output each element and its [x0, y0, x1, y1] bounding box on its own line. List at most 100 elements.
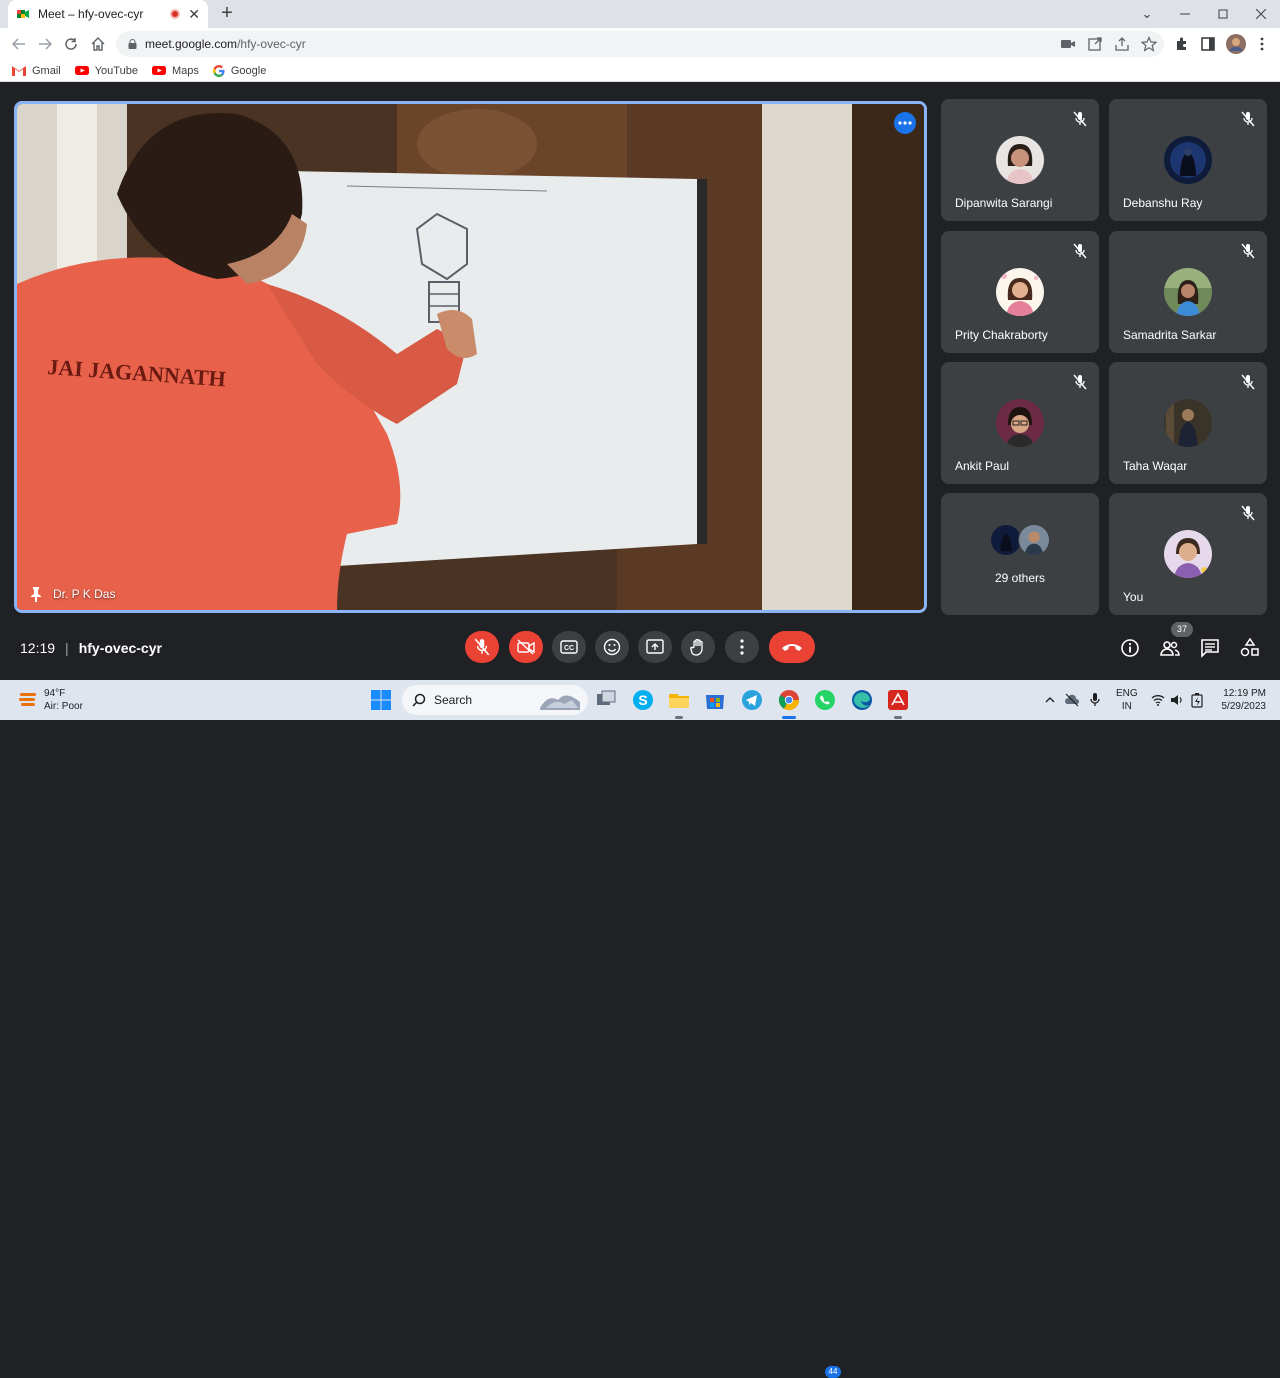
mic-toggle-button[interactable]	[465, 631, 499, 663]
microphone-tray-icon[interactable]	[1088, 692, 1102, 708]
bookmark-label: YouTube	[94, 64, 138, 77]
participant-name: Ankit Paul	[955, 459, 1010, 473]
input-language[interactable]: ENG IN	[1116, 687, 1138, 713]
onedrive-icon[interactable]	[1064, 692, 1080, 708]
whatsapp-icon[interactable]	[813, 688, 837, 712]
gmail-icon	[12, 65, 26, 76]
participant-name: Samadrita Sarkar	[1123, 328, 1217, 342]
bookmark-label: Gmail	[32, 64, 61, 77]
chrome-icon[interactable]	[777, 688, 801, 712]
raise-hand-button[interactable]	[681, 631, 715, 663]
edge-icon[interactable]	[850, 688, 874, 712]
meeting-controls-bar: 12:19 | hfy-ovec-cyr CC	[0, 617, 1280, 680]
bookmark-maps[interactable]: Maps	[151, 65, 199, 77]
camera-toggle-button[interactable]	[509, 631, 543, 663]
meeting-details-info-icon[interactable]	[1120, 638, 1140, 658]
minimize-button[interactable]	[1166, 0, 1204, 28]
address-bar[interactable]: meet.google.com/hfy-ovec-cyr	[116, 31, 1164, 57]
captions-button[interactable]: CC	[552, 631, 586, 663]
mic-off-icon	[1241, 505, 1255, 521]
chrome-menu-icon[interactable]	[1254, 36, 1270, 52]
browser-toolbar: meet.google.com/hfy-ovec-cyr	[0, 28, 1280, 60]
end-call-icon	[782, 644, 802, 651]
bookmark-youtube[interactable]: YouTube	[74, 64, 138, 77]
participant-name: Dipanwita Sarangi	[955, 196, 1053, 210]
svg-text:S: S	[638, 692, 647, 708]
others-count: 29 others	[994, 571, 1046, 585]
participant-tile[interactable]: Prity Chakraborty	[941, 231, 1099, 353]
open-in-app-icon[interactable]	[1087, 36, 1103, 52]
reload-button[interactable]	[60, 33, 82, 55]
home-button[interactable]	[87, 33, 109, 55]
microsoft-store-icon[interactable]	[703, 688, 727, 712]
back-button[interactable]	[8, 33, 30, 55]
skype-icon[interactable]: S	[631, 688, 655, 712]
emoji-icon	[603, 638, 621, 656]
leave-call-button[interactable]	[769, 631, 815, 663]
others-tile[interactable]: 29 others	[941, 493, 1099, 615]
close-window-button[interactable]	[1242, 0, 1280, 28]
profile-avatar[interactable]	[1226, 34, 1246, 54]
new-tab-button[interactable]: +	[216, 3, 238, 25]
windows-taskbar: 94°F Air: Poor Search S 44 ENG IN 12:19 …	[0, 680, 1280, 1378]
participant-tile[interactable]: Samadrita Sarkar	[1109, 231, 1267, 353]
raise-hand-icon	[690, 638, 703, 656]
file-explorer-icon[interactable]	[667, 688, 691, 712]
tab-close-icon[interactable]: ✕	[188, 6, 200, 23]
browser-tab[interactable]: Meet – hfy-ovec-cyr ✕	[8, 0, 208, 28]
forward-button[interactable]	[34, 33, 56, 55]
camera-in-use-icon[interactable]	[1060, 36, 1076, 52]
url-path: /hfy-ovec-cyr	[237, 37, 306, 51]
camera-off-icon	[517, 639, 535, 655]
participant-name: You	[1123, 590, 1144, 604]
participant-name: Prity Chakraborty	[955, 328, 1048, 342]
more-options-button[interactable]	[725, 631, 759, 663]
mic-off-icon	[1073, 243, 1087, 259]
participant-tile[interactable]: Debanshu Ray	[1109, 99, 1267, 221]
acrobat-icon[interactable]	[886, 688, 910, 712]
restore-button[interactable]	[1204, 0, 1242, 28]
battery-charging-icon[interactable]	[1190, 692, 1204, 708]
avatar	[996, 268, 1044, 316]
weather-temperature: 94°F	[44, 688, 66, 699]
search-label: Search	[434, 693, 473, 707]
side-panel-icon[interactable]	[1200, 36, 1216, 52]
chat-icon[interactable]	[1200, 638, 1220, 658]
activities-icon[interactable]	[1240, 638, 1260, 658]
participant-tile[interactable]: Taha Waqar	[1109, 362, 1267, 484]
present-screen-button[interactable]	[638, 631, 672, 663]
meeting-time: 12:19	[20, 640, 56, 656]
participant-tile[interactable]: Dipanwita Sarangi	[941, 99, 1099, 221]
bookmark-star-icon[interactable]	[1141, 36, 1157, 52]
system-clock[interactable]: 12:19 PM 5/29/2023	[1214, 687, 1267, 713]
windows-start-icon[interactable]	[369, 688, 393, 712]
tab-search-icon[interactable]: ⌄	[1128, 0, 1166, 28]
volume-icon[interactable]	[1170, 693, 1184, 707]
mic-off-icon	[1073, 374, 1087, 390]
extensions-icon[interactable]	[1174, 36, 1190, 52]
search-highlight-icon	[540, 695, 580, 710]
taskbar-search[interactable]: Search	[402, 685, 588, 715]
meet-favicon-icon	[17, 10, 29, 18]
self-tile[interactable]: You	[1109, 493, 1267, 615]
people-icon[interactable]	[1160, 638, 1180, 658]
bookmark-gmail[interactable]: Gmail	[12, 65, 61, 77]
meeting-details: 12:19 | hfy-ovec-cyr	[20, 640, 162, 656]
participant-tile[interactable]: Ankit Paul	[941, 362, 1099, 484]
telegram-icon[interactable]	[740, 688, 764, 712]
bookmark-google[interactable]: Google	[212, 65, 266, 77]
mic-off-icon	[1073, 111, 1087, 127]
mic-off-icon	[474, 638, 490, 656]
task-view-icon[interactable]	[594, 688, 618, 712]
wifi-icon[interactable]	[1151, 693, 1165, 707]
participant-name: Debanshu Ray	[1123, 196, 1203, 210]
weather-widget[interactable]: 94°F Air: Poor	[18, 687, 83, 713]
emoji-reactions-button[interactable]	[595, 631, 629, 663]
chrome-active-indicator	[782, 716, 796, 719]
share-icon[interactable]	[1114, 36, 1130, 52]
speaker-name-label: Dr. P K Das	[29, 586, 115, 602]
show-hidden-icons-chevron-icon[interactable]	[1044, 694, 1056, 706]
speaker-video-tile[interactable]: JAI JAGANNATH Dr. P K Das	[14, 101, 927, 613]
pin-icon[interactable]	[29, 586, 43, 602]
tile-more-options-button[interactable]	[894, 112, 916, 134]
